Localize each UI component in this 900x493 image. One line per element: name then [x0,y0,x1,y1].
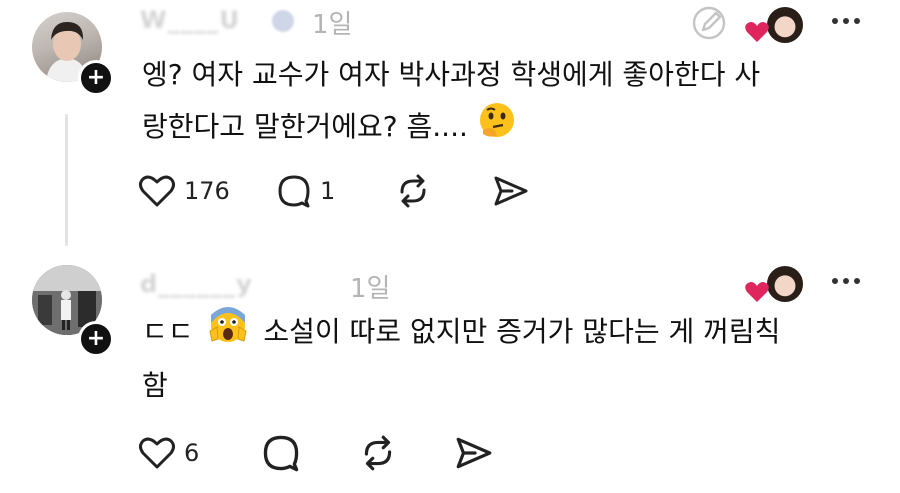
repost-icon [364,435,392,471]
comment-text: 엥? 여자 교수가 여자 박사과정 학생에게 좋아한다 사 랑한다고 말한거에요… [142,50,862,156]
reply-icon [263,435,299,472]
repost-button[interactable] [394,172,492,210]
share-button[interactable] [492,172,530,210]
follow-plus-icon[interactable]: + [78,321,114,357]
like-icon [139,175,175,207]
edit-icon[interactable] [690,4,728,46]
heart-icon [744,280,770,304]
comment-1: + W____U 1일 엥? 여자 교수가 여자 박사과정 학생에게 좋아한다 … [0,0,900,250]
follow-plus-icon[interactable]: + [78,60,114,96]
action-bar: 6 [138,433,494,473]
liker-avatar [765,264,805,304]
action-bar: 176 1 [138,172,530,210]
comment-text-line: 소설이 따로 없지만 증거가 많다는 게 꺼림칙 [263,315,781,348]
like-count: 6 [184,439,200,467]
like-button[interactable]: 6 [138,435,261,471]
thread-line [65,114,68,246]
liker-avatar [765,5,805,45]
repost-icon [400,174,426,208]
more-icon[interactable] [830,272,862,291]
share-icon [494,176,528,206]
share-icon [456,437,492,469]
more-icon[interactable] [830,12,862,31]
comment-text-prefix: ㄷㄷ [142,315,194,348]
reply-count: 1 [320,177,336,205]
like-button[interactable]: 176 [138,173,276,209]
comment-text-line: 랑한다고 말한거에요? 흠.... [142,110,468,143]
comment-text: ㄷㄷ 소설이 따로 없지만 증거가 많다는 게 꺼림칙 함 [142,305,862,411]
comment-text-line: 함 [142,369,168,402]
comment-text-line: 엥? 여자 교수가 여자 박사과정 학생에게 좋아한다 사 [142,58,761,91]
timestamp: 1일 [350,274,391,304]
reply-icon [278,175,310,208]
reply-button[interactable] [261,433,358,473]
like-count: 176 [184,177,230,205]
verified-icon [272,10,294,32]
username[interactable]: W____U [140,6,240,34]
reply-button[interactable]: 1 [276,173,394,209]
username[interactable]: d______y [140,270,253,298]
like-icon [139,437,175,469]
repost-button[interactable] [358,433,454,473]
heart-icon [744,20,770,44]
share-button[interactable] [454,433,494,473]
timestamp: 1일 [312,10,353,40]
screaming-face-icon [208,305,248,361]
comment-2: + d______y 1일 ㄷㄷ 소설이 따로 없지만 증거가 많다는 게 꺼림… [0,250,900,493]
thinking-face-icon [477,100,517,156]
